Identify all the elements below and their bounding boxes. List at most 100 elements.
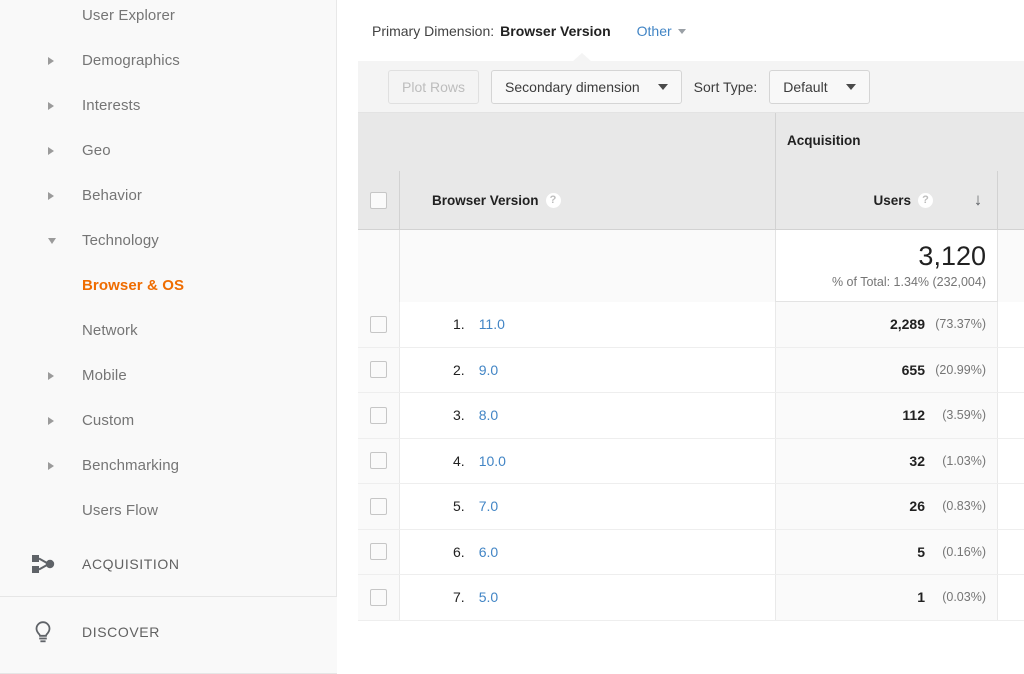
row-next-column-cell — [997, 348, 1024, 393]
expand-triangle-icon[interactable] — [48, 462, 54, 470]
group-header-next-column — [997, 113, 1024, 171]
column-header-users-label: Users — [873, 193, 911, 208]
report-data-table: Acquisition Browser Version ? Users ? ↓ — [358, 113, 1024, 673]
sidebar-item-users-flow[interactable]: Users Flow — [0, 488, 337, 533]
totals-check-cell — [358, 230, 399, 302]
expand-triangle-icon[interactable] — [48, 147, 54, 155]
expand-triangle-icon[interactable] — [48, 102, 54, 110]
sidebar-item-demographics[interactable]: Demographics — [0, 38, 337, 83]
row-users-percent: (0.83%) — [932, 499, 986, 513]
sidebar-item-user-explorer[interactable]: User Explorer — [0, 0, 337, 38]
row-checkbox[interactable] — [370, 361, 387, 378]
sidebar-section-label: ACQUISITION — [82, 556, 180, 572]
sidebar-item-technology[interactable]: Technology — [0, 218, 337, 263]
row-checkbox[interactable] — [370, 498, 387, 515]
primary-dimension-tab-browser-version[interactable]: Browser Version — [500, 23, 611, 39]
sort-type-dropdown[interactable]: Default — [769, 70, 869, 104]
row-users-value: 5 — [917, 544, 925, 560]
sidebar-scroll-area: User ExplorerDemographics Interests Geo Beh… — [0, 0, 337, 657]
table-row[interactable]: 7.5.01(0.03%) — [358, 575, 1024, 621]
column-header-users[interactable]: Users ? ↓ — [775, 171, 997, 229]
row-dimension-link[interactable]: 10.0 — [479, 453, 506, 469]
row-next-column-cell — [997, 530, 1024, 575]
sidebar-section-acquisition[interactable]: ACQUISITION — [0, 533, 337, 595]
expand-triangle-icon[interactable] — [48, 372, 54, 380]
table-group-header-row: Acquisition — [358, 113, 1024, 171]
table-row[interactable]: 6.6.05(0.16%) — [358, 530, 1024, 576]
row-users-cell: 5(0.16%) — [775, 530, 997, 575]
sidebar-item-discover[interactable]: DISCOVER — [0, 601, 337, 663]
chevron-down-icon — [658, 84, 668, 90]
row-checkbox[interactable] — [370, 452, 387, 469]
row-dimension-cell: 6.6.0 — [399, 530, 775, 575]
row-next-column-cell — [997, 484, 1024, 529]
table-row[interactable]: 5.7.026(0.83%) — [358, 484, 1024, 530]
row-users-value: 112 — [902, 407, 925, 423]
expand-triangle-icon[interactable] — [48, 192, 54, 200]
row-dimension-link[interactable]: 6.0 — [479, 544, 498, 560]
report-content-area: Primary Dimension: Browser Version Other… — [358, 0, 1024, 674]
select-all-checkbox[interactable] — [370, 192, 387, 209]
row-users-cell: 112 (3.59%) — [775, 393, 997, 438]
sidebar-item-benchmarking[interactable]: Benchmarking — [0, 443, 337, 488]
help-icon[interactable]: ? — [918, 193, 933, 208]
secondary-dimension-dropdown[interactable]: Secondary dimension — [491, 70, 682, 104]
row-users-percent: (3.59%) — [932, 408, 986, 422]
column-header-browser-version[interactable]: Browser Version ? — [399, 171, 775, 229]
row-dimension-cell: 2.9.0 — [399, 348, 775, 393]
group-header-spacer-dimension — [399, 113, 775, 171]
row-dimension-link[interactable]: 11.0 — [479, 316, 505, 332]
chevron-down-icon — [678, 29, 686, 34]
row-dimension-link[interactable]: 9.0 — [479, 362, 498, 378]
totals-users-cell: 3,120 % of Total: 1.34% (232,004) — [775, 230, 997, 302]
row-next-column-cell — [997, 302, 1024, 347]
table-toolbar: Plot Rows Secondary dimension Sort Type:… — [358, 61, 1024, 113]
row-checkbox[interactable] — [370, 543, 387, 560]
expand-triangle-icon[interactable] — [48, 57, 54, 65]
row-dimension-link[interactable]: 5.0 — [479, 589, 498, 605]
plot-rows-label: Plot Rows — [402, 79, 465, 95]
row-dimension-link[interactable]: 8.0 — [479, 407, 498, 423]
discover-panel: DISCOVER — [0, 596, 337, 674]
plot-rows-button[interactable]: Plot Rows — [388, 70, 479, 104]
table-body: 1.11.02,289(73.37%)2.9.0655(20.99%)3.8.0… — [358, 302, 1024, 621]
row-checkbox[interactable] — [370, 589, 387, 606]
sidebar-item-interests[interactable]: Interests — [0, 83, 337, 128]
row-checkbox[interactable] — [370, 316, 387, 333]
table-row[interactable]: 3.8.0112(3.59%) — [358, 393, 1024, 439]
arrow-down-icon[interactable]: ↓ — [970, 190, 986, 210]
sidebar-item-geo[interactable]: Geo — [0, 128, 337, 173]
row-dimension-link[interactable]: 7.0 — [479, 498, 498, 514]
help-icon[interactable]: ? — [546, 193, 561, 208]
table-row[interactable]: 4.10.032(1.03%) — [358, 439, 1024, 485]
collapse-triangle-icon[interactable] — [48, 238, 56, 244]
table-row[interactable]: 2.9.0655(20.99%) — [358, 348, 1024, 394]
row-users-percent: (73.37%) — [932, 317, 986, 331]
sidebar-item-custom[interactable]: Custom — [0, 398, 337, 443]
table-row[interactable]: 1.11.0 2,289 (73.37%) — [358, 302, 1024, 348]
acquisition-share-icon — [26, 547, 60, 581]
row-users-cell: 1(0.03%) — [775, 575, 997, 620]
row-users-value: 655 — [902, 362, 925, 378]
row-checkbox[interactable] — [370, 407, 387, 424]
totals-dimension-cell — [399, 230, 775, 302]
table-column-header-row: Browser Version ? Users ? ↓ — [358, 171, 1024, 230]
row-users-percent: (0.03%) — [932, 590, 986, 604]
sidebar-item-network[interactable]: Network — [0, 308, 337, 353]
primary-dimension-label: Primary Dimension: — [372, 23, 494, 39]
sidebar-item-mobile[interactable]: Mobile — [0, 353, 337, 398]
expand-triangle-icon[interactable] — [48, 417, 54, 425]
row-dimension-cell: 1.11.0 — [399, 302, 775, 347]
sidebar-item-label: Custom — [82, 412, 134, 429]
row-users-value: 26 — [909, 498, 925, 514]
sidebar-item-label: Geo — [82, 142, 111, 159]
totals-users-value: 3,120 — [918, 242, 986, 270]
sidebar-item-behavior[interactable]: Behavior — [0, 173, 337, 218]
primary-dimension-other-menu[interactable]: Other — [637, 23, 686, 39]
row-users-value: 2,289 — [890, 316, 925, 332]
row-select-cell — [358, 348, 399, 393]
sidebar-item-label: Mobile — [82, 367, 127, 384]
sidebar-item-browser-os[interactable]: Browser & OS — [0, 263, 337, 308]
row-users-cell: 26 (0.83%) — [775, 484, 997, 529]
sidebar-item-label: Interests — [82, 97, 140, 114]
